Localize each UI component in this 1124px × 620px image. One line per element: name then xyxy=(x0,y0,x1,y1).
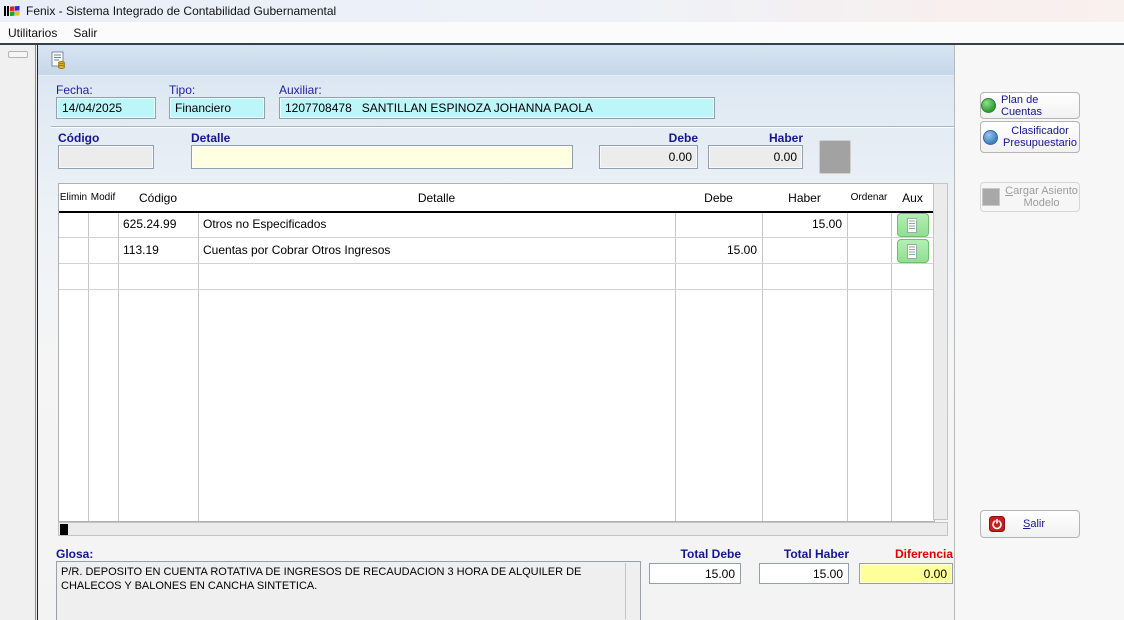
total-haber-label: Total Haber xyxy=(759,547,849,561)
notepad-icon xyxy=(907,244,919,259)
debe-value: 0.00 xyxy=(669,150,692,164)
table-horizontal-scrollbar[interactable] xyxy=(58,522,948,536)
detalle-input[interactable] xyxy=(191,145,573,169)
plan-de-cuentas-button[interactable]: Plan de Cuentas xyxy=(980,92,1080,119)
row-codigo: 113.19 xyxy=(118,237,198,263)
haber-input[interactable]: 0.00 xyxy=(708,145,803,169)
menu-bar: Utilitarios Salir xyxy=(0,22,1124,45)
save-entry-button[interactable] xyxy=(46,48,72,72)
row-debe xyxy=(675,211,762,237)
menu-salir[interactable]: Salir xyxy=(65,24,105,42)
header-aux[interactable]: Aux xyxy=(891,184,934,211)
table-vertical-scrollbar[interactable] xyxy=(933,183,948,520)
power-icon xyxy=(989,516,1005,532)
salir-label-rest: alir xyxy=(1030,518,1045,530)
auxiliar-input[interactable]: 1207708478 SANTILLAN ESPINOZA JOHANNA PA… xyxy=(279,97,715,119)
app-icon xyxy=(4,3,20,19)
header-elimin[interactable]: Elimin xyxy=(59,184,88,211)
row-haber: 15.00 xyxy=(762,211,847,237)
total-haber-field: 15.00 xyxy=(759,563,849,584)
total-debe-value: 15.00 xyxy=(705,567,735,581)
clasificador-label-line2: Presupuestario xyxy=(1003,137,1077,149)
row-divider xyxy=(59,263,934,264)
glosa-input[interactable]: P/R. DEPOSITO EN CUENTA ROTATIVA DE INGR… xyxy=(56,561,641,620)
scrollbar-thumb[interactable] xyxy=(60,524,68,535)
codigo-input[interactable] xyxy=(58,145,154,169)
add-row-button[interactable] xyxy=(819,140,851,174)
menu-utilitarios[interactable]: Utilitarios xyxy=(0,24,65,42)
fecha-label: Fecha: xyxy=(56,83,93,97)
row-haber xyxy=(762,237,847,263)
auxiliar-label: Auxiliar: xyxy=(279,83,322,97)
column-divider xyxy=(88,184,89,521)
header-codigo[interactable]: Código xyxy=(118,184,198,211)
toolbar xyxy=(38,45,954,76)
separator-line xyxy=(51,126,954,128)
auxiliar-value: 1207708478 SANTILLAN ESPINOZA JOHANNA PA… xyxy=(285,101,593,115)
haber-label: Haber xyxy=(708,131,803,145)
plan-de-cuentas-label: Plan de Cuentas xyxy=(1001,94,1079,118)
application-window: Fenix - Sistema Integrado de Contabilida… xyxy=(0,0,1124,620)
window-title: Fenix - Sistema Integrado de Contabilida… xyxy=(26,4,336,18)
side-panel: Plan de Cuentas Clasificador Presupuesta… xyxy=(954,45,1124,620)
cargar-label-line2: Modelo xyxy=(1023,197,1059,209)
document-coins-icon xyxy=(50,51,68,69)
splitter-handle[interactable] xyxy=(8,51,28,58)
aux-button[interactable] xyxy=(897,213,929,237)
header-detalle[interactable]: Detalle xyxy=(198,184,675,211)
detalle-label: Detalle xyxy=(191,131,230,145)
left-panel-strip xyxy=(0,45,36,620)
column-divider xyxy=(847,184,848,521)
debe-label: Debe xyxy=(599,131,698,145)
row-divider xyxy=(59,289,934,290)
gray-square-icon xyxy=(982,188,1000,206)
aux-button[interactable] xyxy=(897,239,929,263)
cargar-accel: C xyxy=(1005,185,1013,197)
blue-sphere-icon xyxy=(983,130,998,145)
tipo-input[interactable]: Financiero xyxy=(169,97,265,119)
glosa-label: Glosa: xyxy=(56,547,93,561)
row-detalle: Otros no Especificados xyxy=(198,211,675,237)
row-debe: 15.00 xyxy=(675,237,762,263)
diferencia-value: 0.00 xyxy=(924,567,947,581)
cargar-asiento-modelo-button: Cargar Asiento Modelo xyxy=(980,182,1080,212)
fecha-value: 14/04/2025 xyxy=(62,101,122,115)
haber-value: 0.00 xyxy=(774,150,797,164)
title-bar: Fenix - Sistema Integrado de Contabilida… xyxy=(0,0,1124,22)
tipo-value: Financiero xyxy=(175,101,231,115)
row-detalle: Cuentas por Cobrar Otros Ingresos xyxy=(198,237,675,263)
green-sphere-icon xyxy=(981,98,996,113)
main-content: Fecha: 14/04/2025 Tipo: Financiero Auxil… xyxy=(37,45,1124,620)
header-haber[interactable]: Haber xyxy=(762,184,847,211)
total-debe-field: 15.00 xyxy=(649,563,741,584)
header-debe[interactable]: Debe xyxy=(675,184,762,211)
salir-button[interactable]: Salir xyxy=(980,510,1080,538)
entries-table: Elimin Modif Código Detalle Debe Haber O… xyxy=(58,183,935,522)
clasificador-presupuestario-button[interactable]: Clasificador Presupuestario xyxy=(980,121,1080,153)
debe-input[interactable]: 0.00 xyxy=(599,145,698,169)
clasificador-label-line1: Clasificador xyxy=(1011,125,1068,137)
header-modif[interactable]: Modif xyxy=(88,184,118,211)
cargar-label-rest: argar Asiento xyxy=(1013,185,1078,197)
column-divider xyxy=(891,184,892,521)
table-header-row: Elimin Modif Código Detalle Debe Haber O… xyxy=(59,184,934,213)
glosa-scrollbar[interactable] xyxy=(625,563,639,619)
tipo-label: Tipo: xyxy=(169,83,195,97)
glosa-value: P/R. DEPOSITO EN CUENTA ROTATIVA DE INGR… xyxy=(61,566,581,592)
total-debe-label: Total Debe xyxy=(649,547,741,561)
fecha-input[interactable]: 14/04/2025 xyxy=(56,97,156,119)
diferencia-label: Diferencia xyxy=(859,547,953,561)
header-ordenar[interactable]: Ordenar xyxy=(847,184,891,211)
total-haber-value: 15.00 xyxy=(813,567,843,581)
notepad-icon xyxy=(907,218,919,233)
row-codigo: 625.24.99 xyxy=(118,211,198,237)
diferencia-field: 0.00 xyxy=(859,563,953,584)
codigo-label: Código xyxy=(58,131,99,145)
